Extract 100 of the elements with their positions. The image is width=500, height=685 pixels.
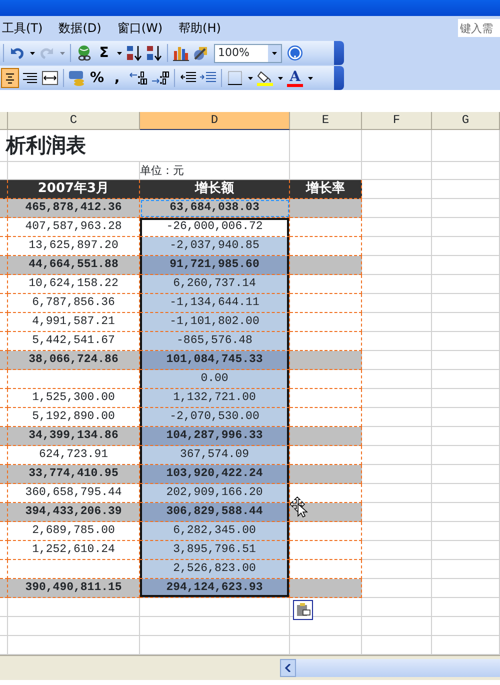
table-cell	[362, 294, 432, 313]
increase-indent-icon	[200, 71, 216, 85]
table-cell: 306,829,588.44	[140, 503, 290, 522]
table-cell: 367,574.09	[140, 446, 290, 465]
column-header[interactable]: E	[290, 112, 362, 130]
table-cell	[432, 130, 500, 162]
table-cell: 91,721,985.60	[140, 256, 290, 275]
table-cell	[290, 313, 362, 332]
table-cell	[432, 332, 500, 351]
toolbar-options-button[interactable]	[334, 66, 344, 90]
menu-item[interactable]: 帮助(H)	[170, 16, 229, 40]
table-cell	[432, 427, 500, 446]
table-cell: 104,287,996.33	[140, 427, 290, 446]
font-color-button[interactable]: A	[286, 68, 304, 88]
borders-icon	[228, 71, 242, 85]
table-cell	[432, 313, 500, 332]
table-cell: -1,134,644.11	[140, 294, 290, 313]
table-cell: -1,101,802.00	[140, 313, 290, 332]
table-cell: 2,526,823.00	[140, 560, 290, 579]
column-heading: 增长率	[290, 180, 362, 199]
column-header[interactable]: G	[432, 112, 500, 130]
toolbar-button[interactable]: Σ	[95, 43, 113, 63]
table-cell	[432, 465, 500, 484]
table-cell	[290, 503, 362, 522]
toolbar-options-button[interactable]	[334, 41, 344, 65]
table-cell	[290, 294, 362, 313]
table-cell	[362, 408, 432, 427]
currency-icon	[69, 70, 85, 86]
table-cell	[432, 351, 500, 370]
toolbar-button[interactable]	[125, 43, 143, 63]
column-header[interactable]: C	[8, 112, 140, 130]
table-cell	[432, 256, 500, 275]
table-cell	[290, 351, 362, 370]
table-cell	[290, 130, 362, 162]
toolbar-button[interactable]: ,	[108, 68, 126, 88]
column-heading: 增长额	[140, 180, 290, 199]
table-cell: 6,260,737.14	[140, 275, 290, 294]
table-cell	[432, 370, 500, 389]
table-cell	[432, 199, 500, 218]
table-cell: 1,132,721.00	[140, 389, 290, 408]
decrease-decimal-icon	[151, 71, 169, 85]
table-cell: 6,282,345.00	[140, 522, 290, 541]
table-cell	[432, 218, 500, 237]
help-search-field[interactable]: 键入需	[458, 19, 500, 37]
caret-icon	[308, 76, 312, 80]
table-cell: 3,895,796.51	[140, 541, 290, 560]
menu-item[interactable]: 窗口(W)	[109, 16, 171, 40]
merge-center-icon	[42, 71, 58, 85]
table-cell	[432, 503, 500, 522]
table-cell	[432, 579, 500, 598]
table-cell	[290, 579, 362, 598]
table-cell	[290, 199, 362, 218]
menu-item[interactable]: 数据(D)	[50, 16, 110, 40]
table-cell	[290, 370, 362, 389]
table-cell	[362, 446, 432, 465]
toolbar-button[interactable]	[1, 68, 19, 88]
table-cell	[432, 408, 500, 427]
dropdown-button[interactable]	[268, 44, 281, 62]
table-cell	[290, 275, 362, 294]
caret-icon	[116, 52, 122, 54]
table-cell: -2,037,940.85	[140, 237, 290, 256]
table-cell	[362, 332, 432, 351]
table-cell	[362, 180, 432, 199]
table-cell	[362, 199, 432, 218]
table-cell	[362, 218, 432, 237]
table-cell	[432, 522, 500, 541]
table-cell	[362, 313, 432, 332]
horizontal-scrollbar[interactable]	[296, 659, 500, 677]
toolbar-button[interactable]	[145, 43, 163, 63]
table-cell	[432, 180, 500, 199]
table-cell	[362, 351, 432, 370]
sort-ascending-icon	[126, 45, 142, 61]
zoom-combo[interactable]: 100%	[214, 44, 282, 62]
toolbar-button[interactable]	[41, 68, 59, 88]
bar-chart-icon	[173, 45, 189, 61]
table-cell: 63,684,038.03	[140, 199, 290, 218]
menu-item[interactable]: 工具(T)	[0, 16, 51, 40]
table-cell	[432, 237, 500, 256]
scroll-left-button[interactable]	[280, 659, 296, 677]
column-header[interactable]: F	[362, 112, 432, 130]
table-cell	[362, 275, 432, 294]
table-cell	[362, 617, 432, 636]
column-header[interactable]: D	[140, 112, 290, 130]
table-cell	[362, 130, 432, 162]
table-cell: 202,909,166.20	[140, 484, 290, 503]
move-cursor-icon	[290, 496, 308, 518]
table-cell	[290, 541, 362, 560]
toolbar-button[interactable]	[226, 68, 244, 88]
toolbar-button[interactable]: %	[88, 68, 106, 88]
table-cell: 0.00	[140, 370, 290, 389]
table-cell	[290, 465, 362, 484]
table-cell	[432, 446, 500, 465]
table-cell: 38,066,724.86	[8, 351, 140, 370]
table-cell: 101,084,745.33	[140, 351, 290, 370]
table-cell	[362, 522, 432, 541]
unit-label: 单位：元	[140, 164, 184, 177]
fill-color-icon	[257, 70, 273, 86]
table-cell	[362, 427, 432, 446]
align-center-icon	[6, 72, 14, 84]
table-cell	[362, 579, 432, 598]
